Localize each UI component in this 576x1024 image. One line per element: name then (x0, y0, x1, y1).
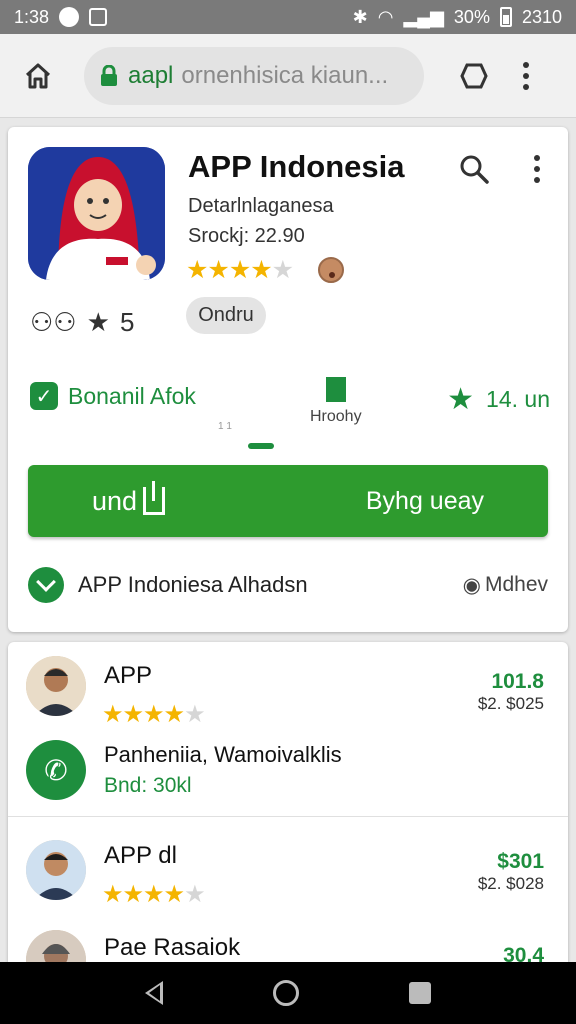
tabs-icon[interactable] (456, 58, 492, 94)
category-icon (325, 377, 346, 402)
list-item-stars: ★★★★★ (102, 701, 206, 728)
list-item-green: Bnd: 30kl (104, 774, 192, 797)
app-title: APP Indonesia (188, 149, 405, 184)
star-icon: ★ (447, 383, 475, 416)
home-button-icon[interactable] (273, 980, 299, 1006)
feature-row: ✓ Bonanil Afok Hroohy ★ 14. un (30, 377, 550, 427)
verified-label: Bonanil Afok (68, 382, 196, 409)
rating-feature[interactable]: ★ 14. un (447, 382, 550, 417)
status-bar: 1:38 ✱ ◠ ▂▄▆ 30% 2310 (0, 0, 576, 34)
photo-icon (89, 8, 108, 26)
tiny-ticks: 1 1 (218, 421, 232, 432)
bluetooth-icon: ✱ (352, 6, 368, 27)
category-feature[interactable]: Hroohy (310, 377, 362, 426)
divider (8, 816, 568, 817)
url-host: aapl (128, 61, 174, 89)
list-item-title: APP dl (104, 842, 177, 869)
app-developer[interactable]: Detarlnlaganesa (188, 195, 334, 218)
list-item-title: Pae Rasaiok (104, 934, 241, 961)
browser-menu-icon[interactable] (520, 61, 532, 90)
list-item-price: $301 (497, 850, 544, 873)
card-footer[interactable]: APP Indoniesa Alhadsn ◉ Mdhev (28, 565, 548, 605)
avatar (26, 656, 86, 716)
list-item-price: 101.8 (491, 670, 544, 693)
verified-feature[interactable]: ✓ Bonanil Afok (30, 382, 196, 410)
browser-toolbar: aapl ornenhisica kiaun... (0, 34, 576, 118)
home-icon[interactable] (20, 58, 56, 94)
chevron-down-icon[interactable] (28, 567, 64, 603)
people-icon: ⚇⚇ (30, 307, 77, 337)
app-details-card: APP Indonesia Detarlnlaganesa Srockj: 22… (8, 127, 568, 632)
page-indicator (248, 443, 274, 449)
rating-count: 5 (119, 307, 135, 337)
app-meta: Srockj: 22.90 (188, 225, 305, 247)
search-icon[interactable] (458, 153, 490, 185)
url-bar[interactable]: aapl ornenhisica kiaun... (84, 46, 424, 105)
category-chip[interactable]: Ondru (186, 297, 266, 334)
url-path: ornenhisica kiaun... (181, 61, 389, 89)
phone-icon: ✆ (26, 740, 86, 800)
notification-icon (59, 7, 80, 27)
lock-icon (100, 64, 118, 87)
wifi-icon: ◠ (377, 6, 394, 27)
list-item[interactable]: APP dl ★★★★★ $301 $2. $028 (8, 818, 568, 918)
avatar (26, 840, 86, 900)
status-time: 1:38 (14, 6, 50, 27)
rating-summary: ⚇⚇ ★ 5 (30, 307, 134, 338)
recent-apps-icon[interactable] (409, 982, 431, 1004)
app-menu-icon[interactable] (534, 155, 540, 183)
footer-text: APP Indoniesa Alhadsn (78, 572, 308, 597)
install-right-label: Byhg ueay (365, 486, 484, 515)
list-item-sub: $2. $025 (477, 694, 544, 713)
info-icon: ◉ (462, 573, 481, 597)
app-rating-stars: ★★★★★ (186, 256, 294, 284)
list-item-stars: ★★★★★ (102, 881, 206, 908)
list-item-sub: $2. $028 (477, 874, 544, 893)
battery-percent: 30% (453, 6, 490, 27)
category-label: Hroohy (310, 408, 362, 425)
app-icon[interactable] (28, 147, 165, 280)
system-nav-bar (0, 962, 576, 1024)
battery-icon (499, 7, 512, 27)
install-button[interactable]: und Byhg ueay (28, 465, 548, 537)
list-item[interactable]: APP ★★★★★ 101.8 $2. $025 ✆ Panheniia, Wa… (8, 642, 568, 812)
back-icon[interactable] (145, 981, 163, 1005)
list-item-desc: Panheniia, Wamoivalklis (104, 742, 342, 767)
signal-icon: ▂▄▆ (403, 6, 444, 27)
emoji-icon (318, 257, 344, 283)
related-apps-list: APP ★★★★★ 101.8 $2. $025 ✆ Panheniia, Wa… (8, 642, 568, 972)
footer-right-label: Mdhev (484, 573, 548, 596)
star-icon: ★ (86, 307, 110, 337)
status-clock-right: 2310 (521, 6, 562, 27)
footer-right[interactable]: ◉ Mdhev (463, 573, 548, 598)
rating-feature-label: 14. un (486, 386, 550, 412)
check-icon: ✓ (30, 382, 58, 410)
download-icon (143, 481, 166, 515)
list-item-title: APP (104, 662, 153, 689)
install-label: und (92, 485, 138, 516)
